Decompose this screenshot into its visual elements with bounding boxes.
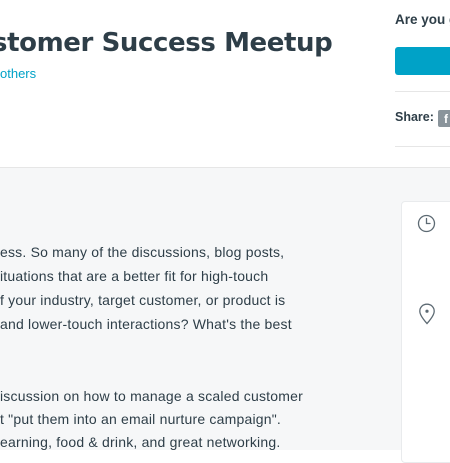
event-content-area [0, 168, 450, 450]
share-label: Share: [395, 110, 434, 124]
description-line: f your industry, target customer, or pro… [0, 292, 286, 308]
description-line: t "put them into an email nurture campai… [0, 411, 281, 427]
attend-button[interactable] [395, 47, 450, 75]
hosted-by-link[interactable]: others [0, 66, 36, 81]
event-title: stomer Success Meetup [0, 28, 333, 58]
event-header [0, 0, 450, 168]
share-divider [395, 146, 450, 147]
description-line: iscussion on how to manage a scaled cust… [0, 388, 303, 404]
rsvp-divider [395, 91, 450, 92]
description-line: ess. So many of the discussions, blog po… [0, 244, 285, 260]
map-pin-icon [419, 303, 435, 325]
description-line: and lower-touch interactions? What's the… [0, 316, 292, 332]
event-info-card [401, 201, 450, 463]
facebook-share-icon[interactable]: f [438, 110, 450, 127]
rsvp-question: Are you g [395, 12, 450, 27]
clock-icon [417, 214, 436, 233]
description-line: earning, food & drink, and great network… [0, 434, 281, 450]
description-line: ituations that are a better fit for high… [0, 268, 269, 284]
